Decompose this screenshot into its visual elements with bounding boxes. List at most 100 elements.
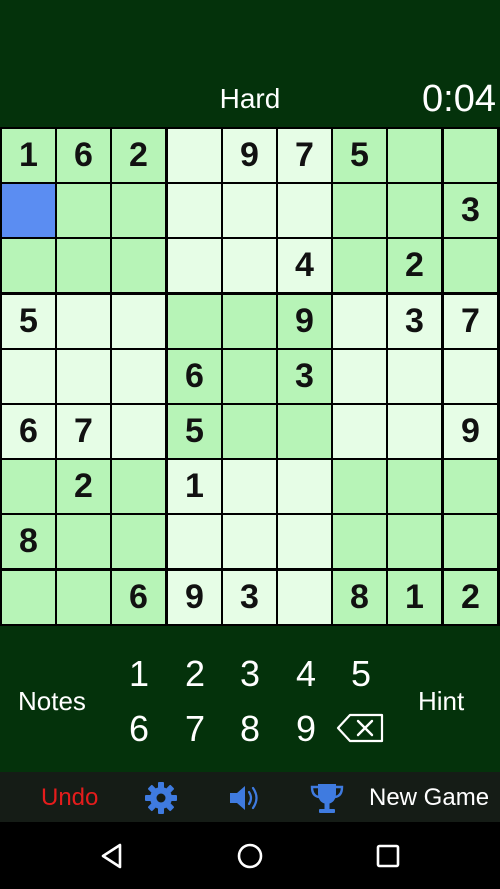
cell-r4-c3[interactable] — [112, 295, 165, 348]
cell-r6-c6[interactable] — [278, 405, 331, 458]
notes-button[interactable]: Notes — [18, 686, 86, 716]
cell-r5-c4[interactable]: 6 — [168, 350, 221, 403]
cell-r5-c3[interactable] — [112, 350, 165, 403]
number-button-8[interactable]: 8 — [230, 709, 270, 749]
cell-r6-c2[interactable]: 7 — [57, 405, 110, 458]
cell-r4-c1[interactable]: 5 — [2, 295, 55, 348]
cell-r8-c9[interactable] — [444, 515, 497, 568]
cell-r7-c5[interactable] — [223, 460, 276, 513]
number-button-7[interactable]: 7 — [175, 709, 215, 749]
cell-r9-c6[interactable] — [278, 571, 331, 624]
cell-r2-c4[interactable] — [168, 184, 221, 237]
cell-r6-c9[interactable]: 9 — [444, 405, 497, 458]
cell-r7-c8[interactable] — [388, 460, 441, 513]
gear-icon[interactable] — [143, 780, 179, 816]
number-button-5[interactable]: 5 — [341, 654, 381, 694]
cell-r8-c8[interactable] — [388, 515, 441, 568]
cell-r8-c1[interactable]: 8 — [2, 515, 55, 568]
cell-r8-c3[interactable] — [112, 515, 165, 568]
cell-r8-c6[interactable] — [278, 515, 331, 568]
cell-r3-c5[interactable] — [223, 239, 276, 292]
cell-r1-c2[interactable]: 6 — [57, 129, 110, 182]
cell-r5-c6[interactable]: 3 — [278, 350, 331, 403]
cell-r1-c9[interactable] — [444, 129, 497, 182]
back-triangle-icon[interactable] — [96, 840, 128, 872]
cell-r6-c1[interactable]: 6 — [2, 405, 55, 458]
recents-square-icon[interactable] — [372, 840, 404, 872]
cell-r7-c9[interactable] — [444, 460, 497, 513]
speaker-icon[interactable] — [226, 780, 262, 816]
cell-r9-c2[interactable] — [57, 571, 110, 624]
cell-r2-c5[interactable] — [223, 184, 276, 237]
cell-r7-c7[interactable] — [333, 460, 386, 513]
cell-r4-c4[interactable] — [168, 295, 221, 348]
cell-r3-c1[interactable] — [2, 239, 55, 292]
cell-r3-c2[interactable] — [57, 239, 110, 292]
cell-r5-c8[interactable] — [388, 350, 441, 403]
cell-r2-c3[interactable] — [112, 184, 165, 237]
cell-r3-c6[interactable]: 4 — [278, 239, 331, 292]
cell-r9-c4[interactable]: 9 — [168, 571, 221, 624]
hint-button[interactable]: Hint — [418, 686, 464, 716]
cell-r3-c8[interactable]: 2 — [388, 239, 441, 292]
cell-r1-c7[interactable]: 5 — [333, 129, 386, 182]
cell-r7-c3[interactable] — [112, 460, 165, 513]
cell-r4-c6[interactable]: 9 — [278, 295, 331, 348]
cell-r2-c7[interactable] — [333, 184, 386, 237]
cell-r2-c8[interactable] — [388, 184, 441, 237]
cell-r1-c3[interactable]: 2 — [112, 129, 165, 182]
cell-r9-c5[interactable]: 3 — [223, 571, 276, 624]
home-circle-icon[interactable] — [234, 840, 266, 872]
number-button-6[interactable]: 6 — [119, 709, 159, 749]
cell-r2-c6[interactable] — [278, 184, 331, 237]
cell-r5-c9[interactable] — [444, 350, 497, 403]
cell-r2-c2[interactable] — [57, 184, 110, 237]
cell-r1-c8[interactable] — [388, 129, 441, 182]
cell-r8-c4[interactable] — [168, 515, 221, 568]
cell-r7-c6[interactable] — [278, 460, 331, 513]
cell-r5-c7[interactable] — [333, 350, 386, 403]
backspace-icon[interactable] — [336, 713, 384, 743]
cell-r9-c3[interactable]: 6 — [112, 571, 165, 624]
cell-r6-c7[interactable] — [333, 405, 386, 458]
cell-r7-c1[interactable] — [2, 460, 55, 513]
cell-r5-c1[interactable] — [2, 350, 55, 403]
cell-r6-c3[interactable] — [112, 405, 165, 458]
cell-r3-c9[interactable] — [444, 239, 497, 292]
number-button-4[interactable]: 4 — [286, 654, 326, 694]
undo-button[interactable]: Undo — [41, 784, 98, 812]
cell-r6-c5[interactable] — [223, 405, 276, 458]
cell-r1-c5[interactable]: 9 — [223, 129, 276, 182]
cell-r3-c4[interactable] — [168, 239, 221, 292]
cell-r2-c9[interactable]: 3 — [444, 184, 497, 237]
cell-r4-c7[interactable] — [333, 295, 386, 348]
cell-r4-c8[interactable]: 3 — [388, 295, 441, 348]
cell-r6-c4[interactable]: 5 — [168, 405, 221, 458]
cell-r6-c8[interactable] — [388, 405, 441, 458]
cell-r1-c6[interactable]: 7 — [278, 129, 331, 182]
cell-r3-c3[interactable] — [112, 239, 165, 292]
cell-r2-c1[interactable] — [2, 184, 55, 237]
number-button-3[interactable]: 3 — [230, 654, 270, 694]
number-button-1[interactable]: 1 — [119, 654, 159, 694]
cell-r9-c1[interactable] — [2, 571, 55, 624]
cell-r8-c2[interactable] — [57, 515, 110, 568]
cell-r9-c7[interactable]: 8 — [333, 571, 386, 624]
cell-r8-c7[interactable] — [333, 515, 386, 568]
cell-r5-c5[interactable] — [223, 350, 276, 403]
cell-r9-c8[interactable]: 1 — [388, 571, 441, 624]
cell-r8-c5[interactable] — [223, 515, 276, 568]
trophy-icon[interactable] — [309, 780, 345, 816]
number-button-9[interactable]: 9 — [286, 709, 326, 749]
cell-r1-c4[interactable] — [168, 129, 221, 182]
cell-r7-c4[interactable]: 1 — [168, 460, 221, 513]
cell-r3-c7[interactable] — [333, 239, 386, 292]
number-button-2[interactable]: 2 — [175, 654, 215, 694]
cell-r4-c5[interactable] — [223, 295, 276, 348]
cell-r1-c1[interactable]: 1 — [2, 129, 55, 182]
cell-r4-c2[interactable] — [57, 295, 110, 348]
cell-r4-c9[interactable]: 7 — [444, 295, 497, 348]
cell-r5-c2[interactable] — [57, 350, 110, 403]
cell-r7-c2[interactable]: 2 — [57, 460, 110, 513]
new-game-button[interactable]: New Game — [369, 784, 489, 812]
